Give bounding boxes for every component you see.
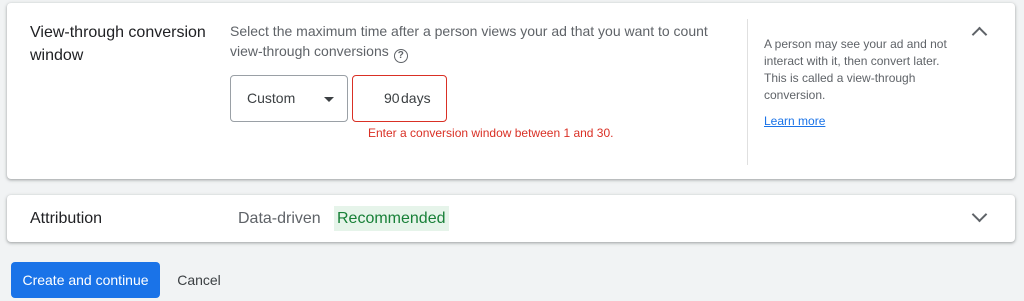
attribution-card[interactable]: Attribution Data-driven Recommended (7, 195, 1015, 242)
recommended-badge: Recommended (334, 206, 449, 231)
learn-more-link[interactable]: Learn more (764, 114, 825, 128)
window-type-select[interactable]: Custom (230, 75, 348, 122)
conversion-window-card: View-through conversion window Select th… (7, 3, 1015, 179)
description-text: Select the maximum time after a person v… (230, 23, 708, 59)
conversion-window-title: View-through conversion window (30, 24, 206, 64)
window-type-selected-value: Custom (247, 90, 296, 106)
side-note: A person may see your ad and not interac… (764, 37, 947, 102)
vertical-divider (747, 19, 748, 165)
create-and-continue-button[interactable]: Create and continue (11, 262, 160, 298)
chevron-up-icon[interactable] (971, 26, 988, 43)
attribution-title: Attribution (30, 210, 103, 227)
help-circle-icon[interactable]: ? (393, 49, 408, 63)
dropdown-arrow-icon (324, 97, 334, 102)
conversion-window-description: Select the maximum time after a person v… (230, 21, 730, 63)
days-input-value: 90 (384, 90, 400, 106)
chevron-down-icon[interactable] (971, 206, 988, 223)
days-error-message: Enter a conversion window between 1 and … (368, 126, 614, 140)
days-suffix: days (401, 90, 431, 106)
attribution-value: Data-driven (238, 210, 321, 227)
days-input[interactable]: 90 days (352, 75, 447, 122)
cancel-button[interactable]: Cancel (166, 262, 232, 298)
